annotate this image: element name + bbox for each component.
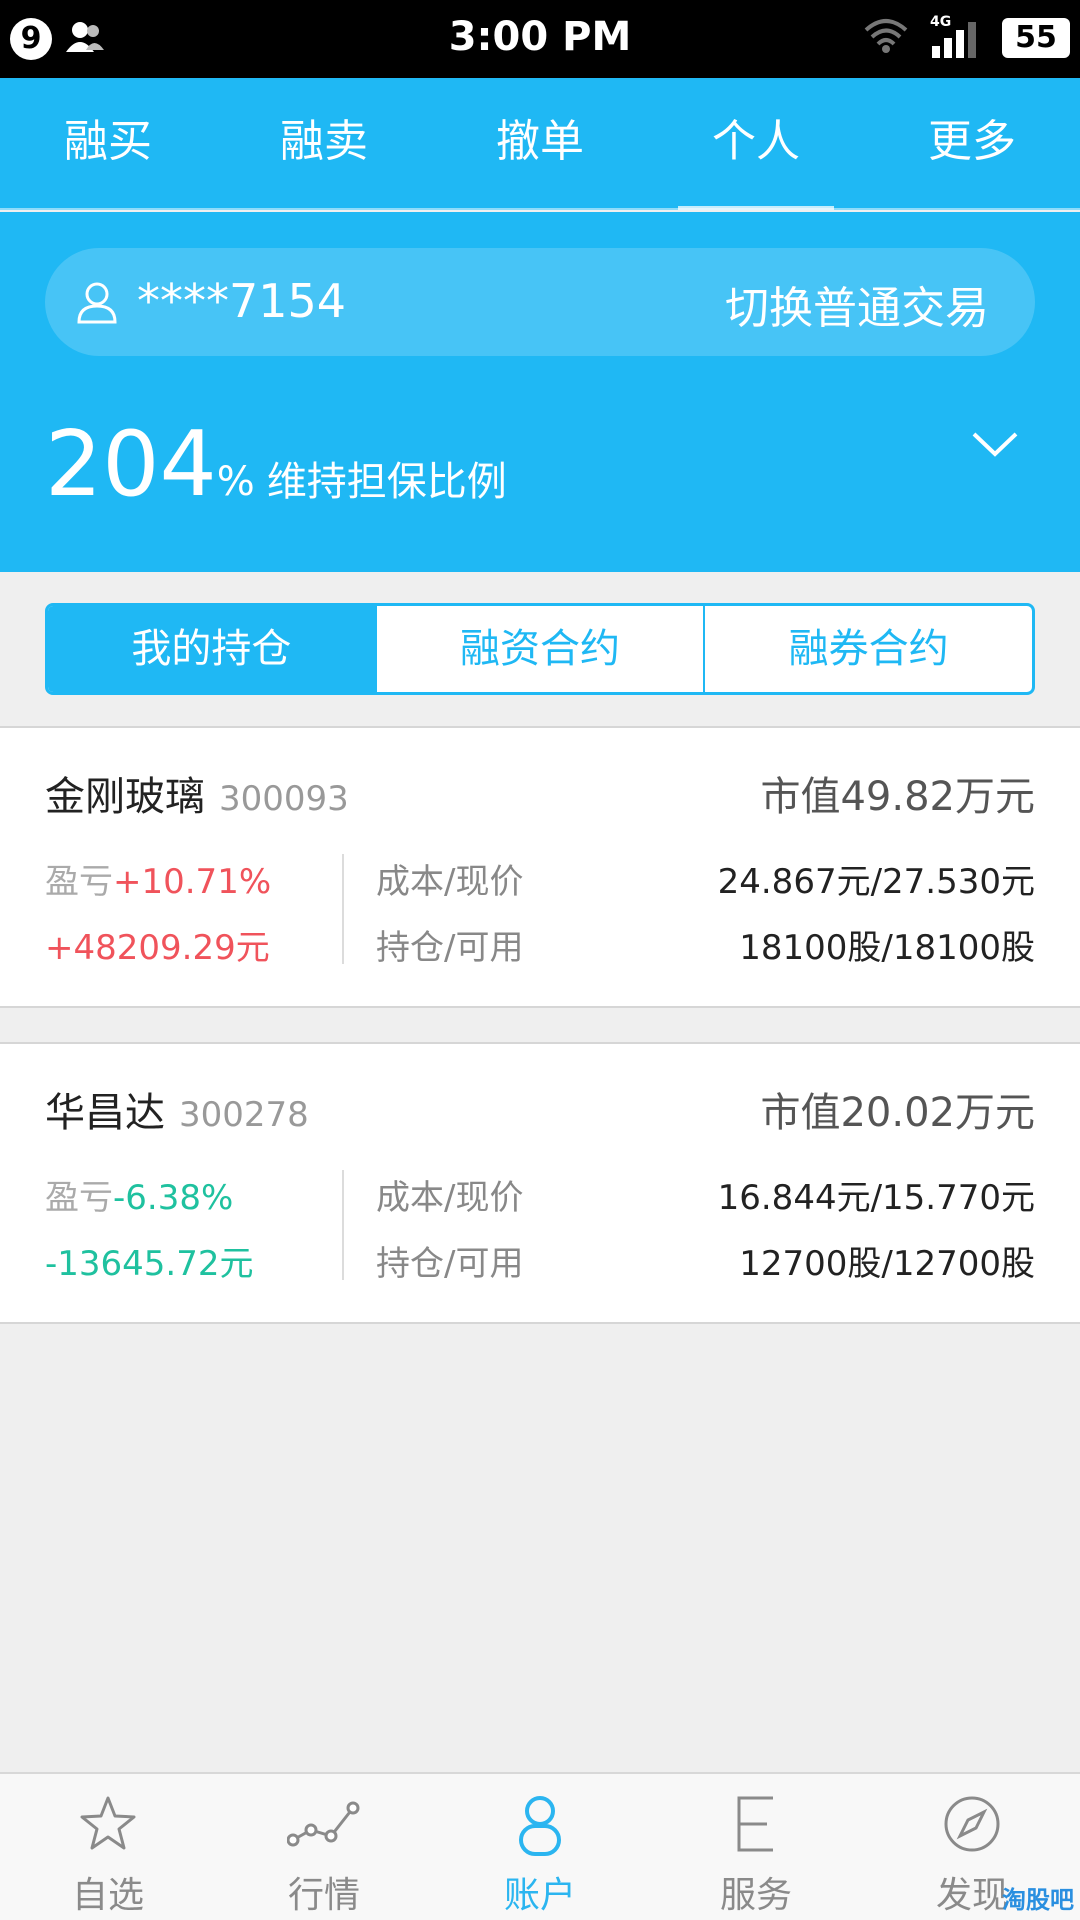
stock-code: 300278 (179, 1095, 309, 1135)
chart-line-icon (287, 1801, 360, 1847)
stock-name-text: 华昌达 (45, 1090, 165, 1136)
chevron-down-icon[interactable] (970, 430, 1020, 464)
account-id: ****7154 (137, 274, 347, 328)
nav-label: 自选 (71, 1875, 144, 1916)
ratio-unit: % (216, 459, 255, 505)
user-icon (75, 280, 119, 330)
profit-loss-label: 盈亏 (45, 1178, 113, 1218)
star-icon (80, 1796, 136, 1850)
account-header: ****7154 切换普通交易 204% 维持担保比例 (0, 212, 1080, 572)
watermark: 淘股吧 (1002, 1886, 1074, 1914)
ratio-label: 维持担保比例 (266, 459, 507, 505)
nav-label: 服务 (719, 1875, 792, 1916)
tab-short-sell[interactable]: 融卖 (216, 78, 432, 208)
status-bar: 9 3:00 PM 4G 55 (0, 0, 1080, 78)
nav-account[interactable]: 账户 (432, 1774, 648, 1920)
stock-name: 华昌达 300278 (45, 1080, 309, 1138)
profit-loss-amount: -13645.72元 (45, 1244, 254, 1284)
switch-normal-trading-button[interactable]: 切换普通交易 (725, 272, 989, 336)
segment-margin-contracts[interactable]: 融资合约 (374, 606, 704, 692)
stock-code: 300093 (219, 779, 349, 819)
holding-card[interactable]: 华昌达 300278 市值20.02万元 盈亏-6.38% -13645.72元 … (0, 1042, 1080, 1324)
market-value: 市值49.82万元 (760, 774, 1035, 820)
cost-price-label: 成本/现价 (376, 1178, 524, 1218)
stock-name-text: 金刚玻璃 (45, 774, 205, 820)
cost-price-value: 24.867元/27.530元 (717, 862, 1035, 902)
tab-margin-buy[interactable]: 融买 (0, 78, 216, 208)
segment-my-holdings[interactable]: 我的持仓 (48, 606, 375, 692)
service-icon (737, 1796, 773, 1852)
nav-label: 行情 (287, 1875, 360, 1916)
profit-loss-percent: +10.71% (113, 862, 272, 902)
wifi-icon (864, 18, 908, 58)
segment-short-contracts[interactable]: 融券合约 (703, 606, 1032, 692)
market-value: 市值20.02万元 (760, 1090, 1035, 1136)
battery-level: 55 (1002, 18, 1070, 58)
position-available-label: 持仓/可用 (376, 1244, 524, 1284)
signal-icon (928, 16, 992, 64)
app-root: 9 3:00 PM 4G 55 融买 融卖 撤单 个人 更多 ****7154 … (0, 0, 1080, 1920)
profit-loss: 盈亏-6.38% (45, 1170, 233, 1219)
divider (342, 854, 344, 964)
tab-personal[interactable]: 个人 (648, 78, 864, 210)
ratio-value: 204 (45, 412, 217, 517)
maintenance-ratio: 204% 维持担保比例 (45, 412, 507, 517)
cost-price-value: 16.844元/15.770元 (717, 1178, 1035, 1218)
holding-card[interactable]: 金刚玻璃 300093 市值49.82万元 盈亏+10.71% +48209.29… (0, 726, 1080, 1008)
profit-loss-percent: -6.38% (113, 1178, 234, 1218)
account-icon (519, 1796, 561, 1856)
position-available-value: 18100股/18100股 (739, 928, 1035, 968)
nav-service[interactable]: 服务 (648, 1774, 864, 1920)
compass-icon (944, 1796, 1000, 1852)
account-pill[interactable]: ****7154 切换普通交易 (45, 248, 1035, 356)
nav-watchlist[interactable]: 自选 (0, 1774, 216, 1920)
cost-price-label: 成本/现价 (376, 862, 524, 902)
profit-loss-amount: +48209.29元 (45, 928, 270, 968)
top-tab-bar: 融买 融卖 撤单 个人 更多 (0, 78, 1080, 210)
tab-cancel-order[interactable]: 撤单 (432, 78, 648, 208)
position-available-value: 12700股/12700股 (739, 1244, 1035, 1284)
tab-more[interactable]: 更多 (864, 78, 1080, 208)
stock-name: 金刚玻璃 300093 (45, 764, 349, 822)
nav-market[interactable]: 行情 (216, 1774, 432, 1920)
clock: 3:00 PM (448, 14, 632, 60)
position-available-label: 持仓/可用 (376, 928, 524, 968)
bottom-nav: 自选 行情 账户 服务 发现 (0, 1772, 1080, 1920)
profit-loss-label: 盈亏 (45, 862, 113, 902)
profit-loss: 盈亏+10.71% (45, 854, 271, 903)
divider (342, 1170, 344, 1280)
nav-label: 账户 (503, 1875, 576, 1916)
segmented-control: 我的持仓 融资合约 融券合约 (45, 603, 1035, 695)
